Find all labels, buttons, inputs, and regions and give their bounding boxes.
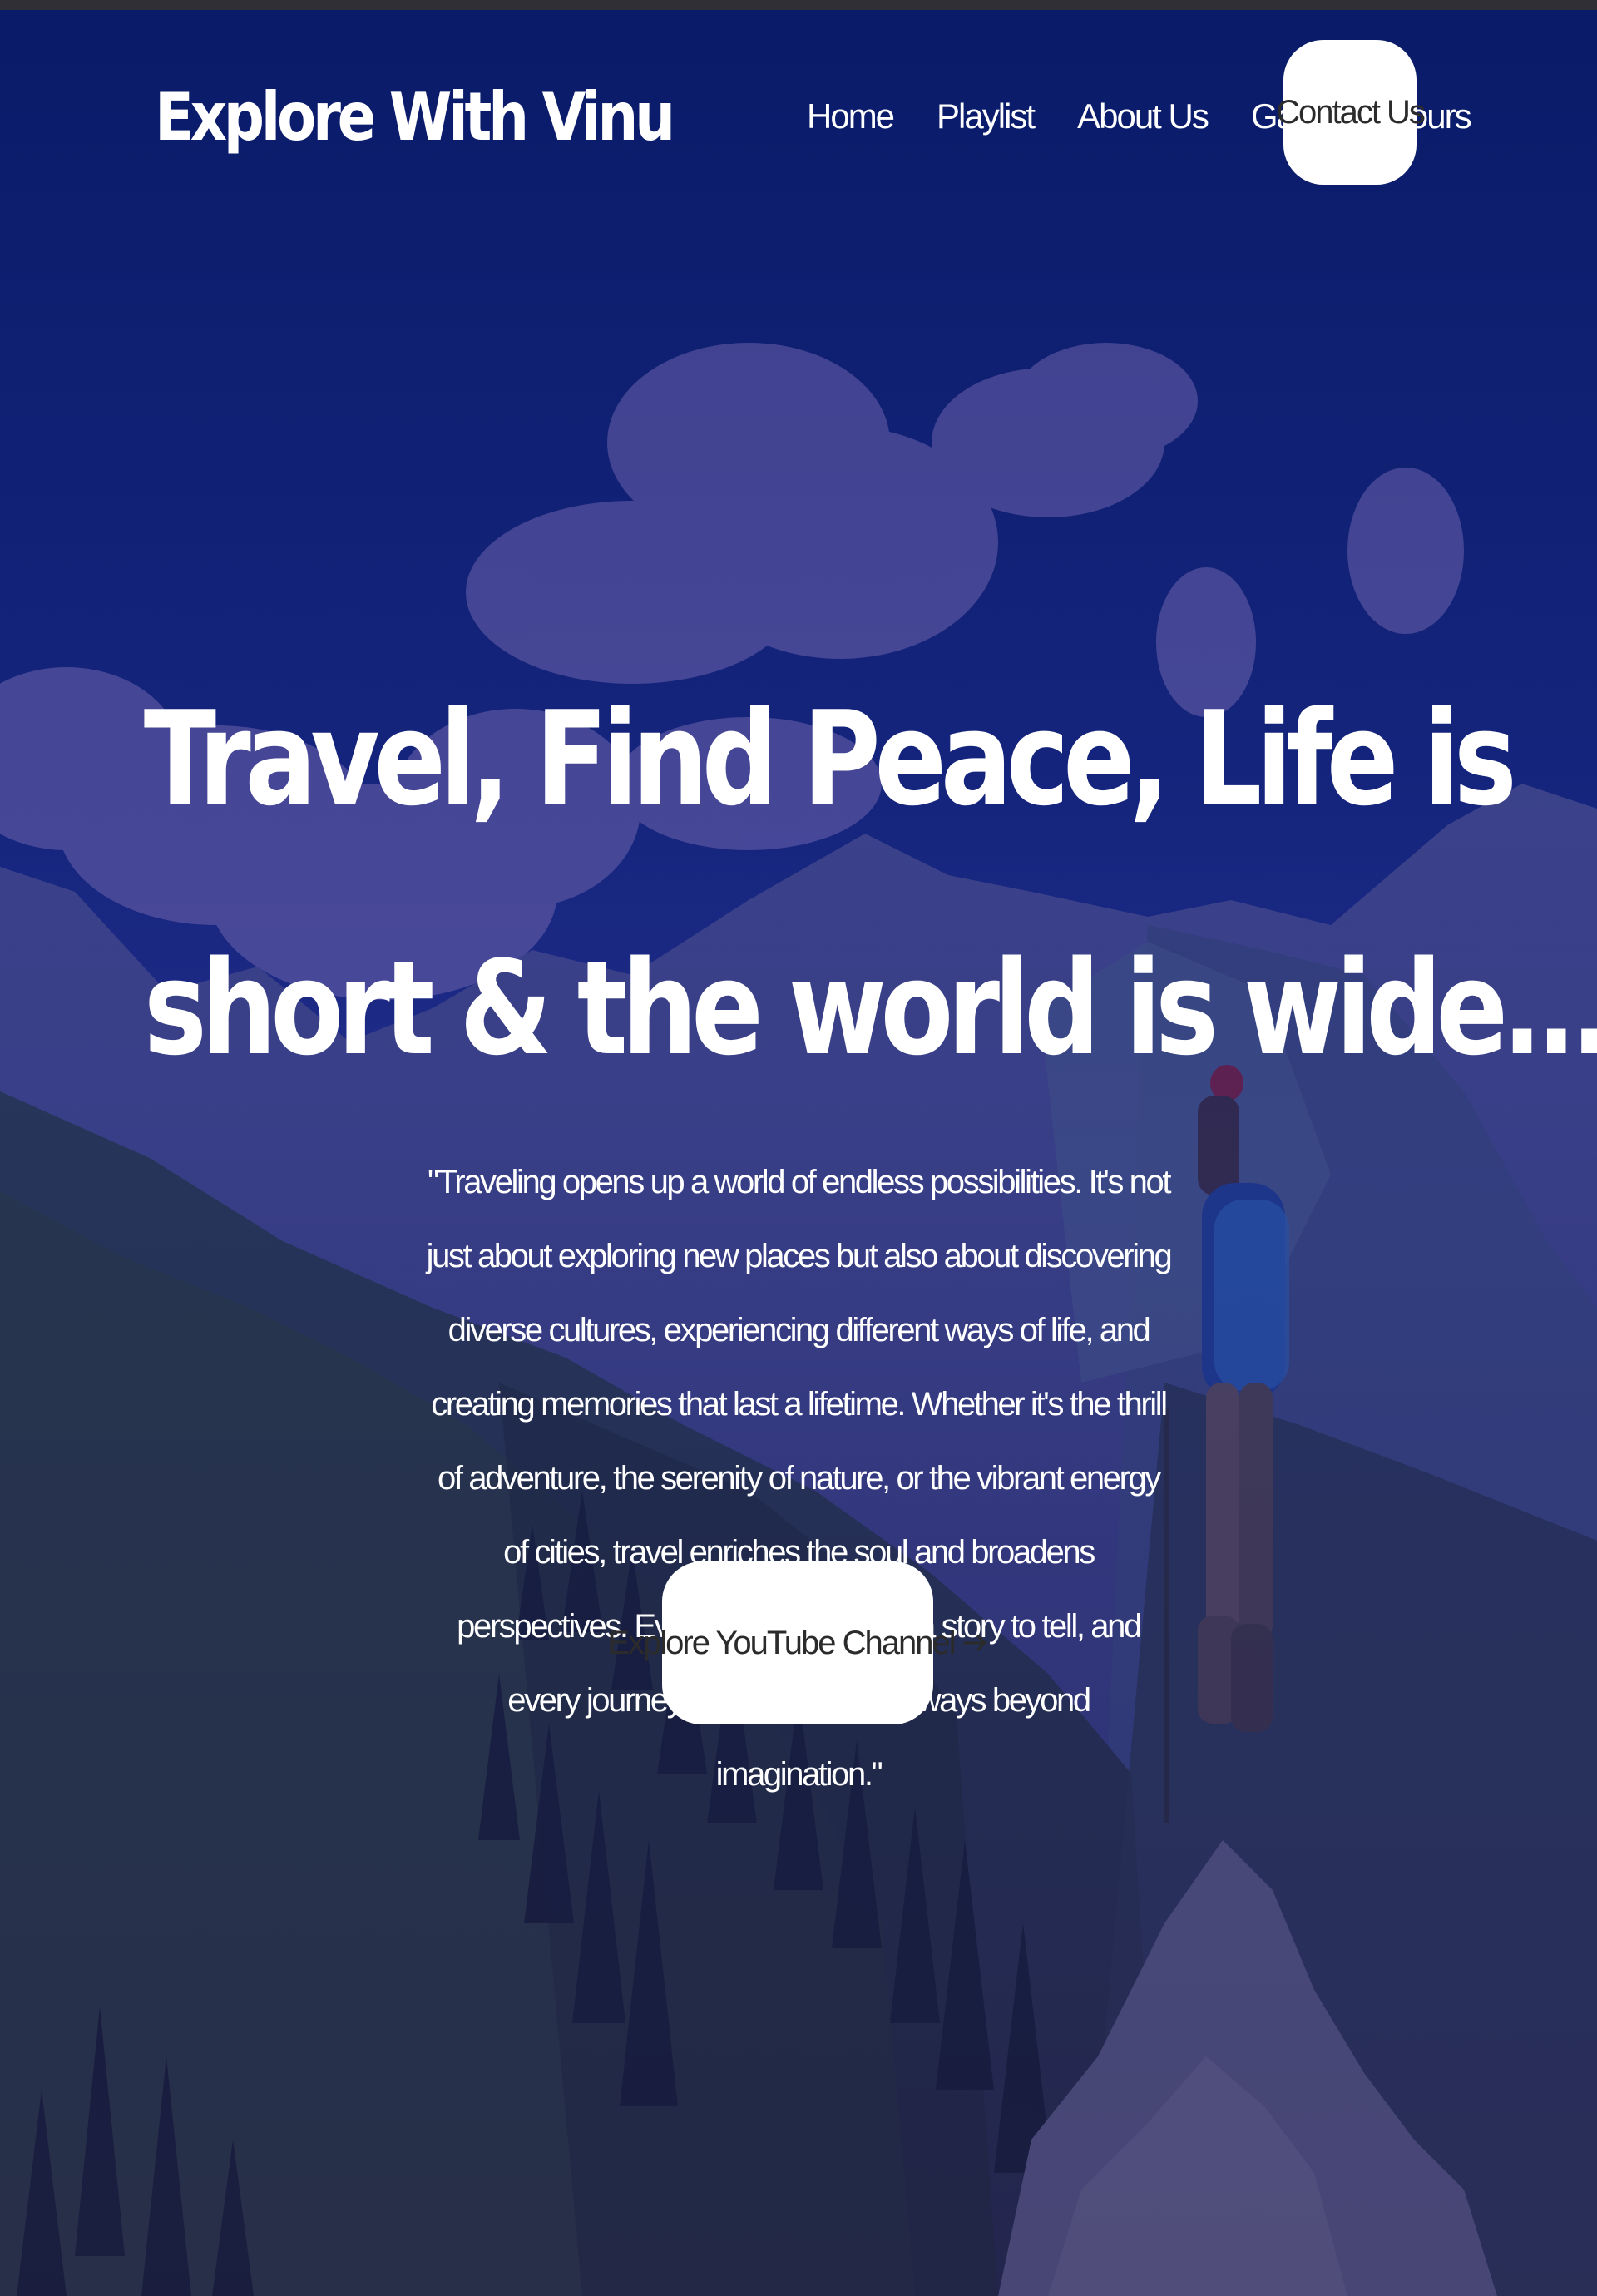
explore-youtube-channel-button[interactable]: Explore YouTube Channel: [607, 1561, 986, 1724]
hero-headline: Travel, Find Peace, Life is short & the …: [0, 634, 1597, 1133]
cta-label: Explore YouTube Channel: [607, 1624, 956, 1661]
browser-top-strip: [0, 0, 1597, 10]
hero-section: Explore With Vinu Home Playlist About Us…: [0, 10, 1597, 2296]
hero-headline-line-1: Travel, Find Peace, Life is: [143, 683, 1517, 834]
contact-us-button[interactable]: Contact Us: [1276, 40, 1426, 185]
arrow-right-icon: [963, 1634, 988, 1652]
brand-logo[interactable]: Explore With Vinu: [155, 78, 675, 156]
hero-headline-line-2: short & the world is wide...: [143, 933, 1597, 1084]
nav-playlist-link[interactable]: Playlist: [937, 96, 1036, 136]
nav-about-us-link[interactable]: About Us: [1077, 96, 1209, 136]
site-header: Explore With Vinu Home Playlist About Us…: [0, 10, 1597, 226]
nav-home-link[interactable]: Home: [807, 96, 895, 136]
